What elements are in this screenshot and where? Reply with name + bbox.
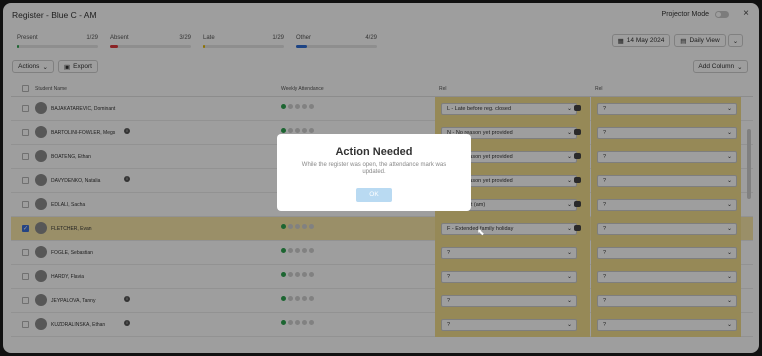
ok-button[interactable]: OK (356, 188, 392, 202)
cursor-icon: ⬉ (477, 227, 485, 237)
dialog-title: Action Needed (335, 146, 413, 158)
action-needed-dialog: Action Needed While the register was ope… (277, 134, 471, 211)
dialog-message: While the register was open, the attenda… (301, 162, 447, 175)
